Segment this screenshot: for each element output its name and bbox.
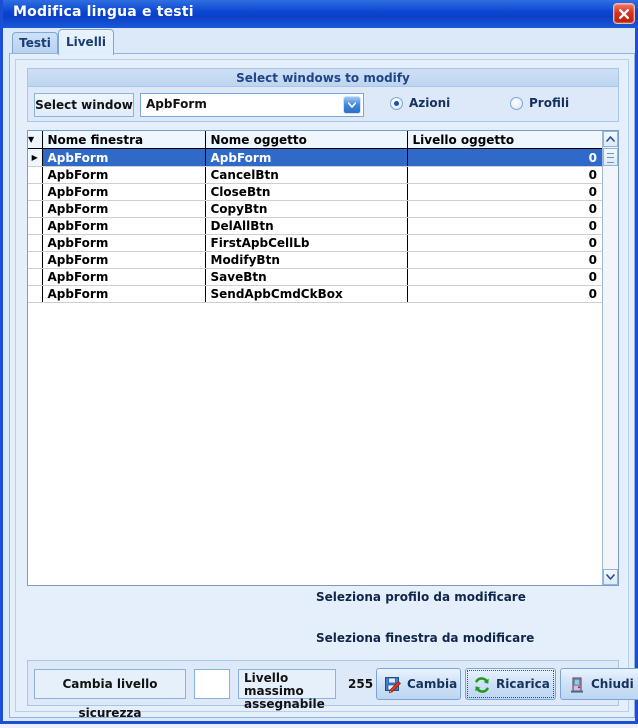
cell-livello-oggetto[interactable]: 0 <box>407 217 602 235</box>
max-level-value: 255 <box>348 677 374 691</box>
cell-nome-finestra[interactable]: ApbForm <box>42 268 206 286</box>
select-window-button-label: Select window <box>35 98 133 112</box>
window-title: Modifica lingua e testi <box>13 4 194 20</box>
cell-nome-finestra[interactable]: ApbForm <box>42 285 206 303</box>
scroll-up-arrow-icon[interactable] <box>603 131 618 147</box>
cell-nome-oggetto[interactable]: ModifyBtn <box>205 251 408 269</box>
content-panel: Select windows to modify Select window A… <box>15 59 638 720</box>
exit-door-icon <box>568 676 586 694</box>
bottom-action-bar: Cambia livello sicurezza Livello massimo… <box>27 660 638 720</box>
objects-grid[interactable]: ▼ Nome finestra Nome oggetto Livello ogg… <box>27 130 619 586</box>
row-marker-cell[interactable] <box>28 166 43 184</box>
max-level-label: Livello massimo assegnabile <box>238 669 336 711</box>
change-security-level-label: Cambia livello sicurezza <box>34 669 186 720</box>
tab-page-livelli: Select windows to modify Select window A… <box>9 53 638 720</box>
cell-livello-oggetto[interactable]: 0 <box>407 200 602 218</box>
current-row-arrow-icon: ▶ <box>31 153 38 162</box>
table-row[interactable]: ApbForm CopyBtn 0 <box>28 200 602 218</box>
row-marker-cell[interactable] <box>28 268 43 286</box>
cell-nome-finestra[interactable]: ApbForm <box>42 251 206 269</box>
tab-testi[interactable]: Testi <box>12 32 58 54</box>
cell-livello-oggetto[interactable]: 0 <box>407 251 602 269</box>
cell-nome-oggetto[interactable]: SaveBtn <box>205 268 408 286</box>
window-combo-box[interactable]: ApbForm <box>140 93 364 117</box>
cell-nome-oggetto[interactable]: CancelBtn <box>205 166 408 184</box>
cell-livello-oggetto[interactable]: 0 <box>407 285 602 303</box>
hint-seleziona-finestra: Seleziona finestra da modificare <box>316 631 535 645</box>
column-header-nome-oggetto[interactable]: Nome oggetto <box>205 131 408 149</box>
level-input[interactable] <box>194 669 230 699</box>
table-row[interactable]: ApbForm FirstApbCellLb 0 <box>28 234 602 252</box>
table-row[interactable]: ▶ ApbForm ApbForm 0 <box>28 148 602 167</box>
select-window-button[interactable]: Select window <box>34 93 134 117</box>
table-body: ▶ ApbForm ApbForm 0 ApbForm CancelBtn 0 ApbForm… <box>28 148 602 303</box>
row-marker-cell[interactable] <box>28 285 43 303</box>
ricarica-button-label: Ricarica <box>496 677 550 691</box>
grid-scrollbar[interactable] <box>602 131 618 585</box>
hint-seleziona-profilo: Seleziona profilo da modificare <box>316 590 526 604</box>
save-edit-icon <box>384 676 402 694</box>
column-header-livello-oggetto[interactable]: Livello oggetto <box>407 131 602 149</box>
table-row[interactable]: ApbForm SendApbCmdCkBox 0 <box>28 285 602 303</box>
tab-livelli[interactable]: Livelli <box>58 29 114 55</box>
dialog-window: Modifica lingua e testi Testi Livelli Se… <box>0 0 638 724</box>
cell-nome-oggetto[interactable]: CloseBtn <box>205 183 408 201</box>
tab-testi-label: Testi <box>19 36 51 50</box>
objects-table: ▼ Nome finestra Nome oggetto Livello ogg… <box>28 131 602 303</box>
cell-nome-oggetto[interactable]: ApbForm <box>205 148 408 167</box>
cell-livello-oggetto[interactable]: 0 <box>407 268 602 286</box>
radio-profili-label: Profili <box>529 96 570 110</box>
close-icon[interactable] <box>613 3 635 24</box>
scrollbar-grip <box>607 153 614 163</box>
cell-nome-oggetto[interactable]: CopyBtn <box>205 200 408 218</box>
table-row[interactable]: ApbForm CancelBtn 0 <box>28 166 602 184</box>
cell-nome-oggetto[interactable]: SendApbCmdCkBox <box>205 285 408 303</box>
scrollbar-thumb[interactable] <box>603 148 618 166</box>
cell-nome-finestra[interactable]: ApbForm <box>42 166 206 184</box>
cell-nome-finestra[interactable]: ApbForm <box>42 217 206 235</box>
ricarica-button[interactable]: Ricarica <box>465 668 556 700</box>
row-marker-cell[interactable] <box>28 251 43 269</box>
radio-azioni-label: Azioni <box>409 96 451 110</box>
row-marker-cell[interactable] <box>28 217 43 235</box>
filter-triangle-icon: ▼ <box>28 135 35 144</box>
chiudi-button-label: Chiudi <box>591 677 634 691</box>
cell-nome-finestra[interactable]: ApbForm <box>42 183 206 201</box>
tab-livelli-label: Livelli <box>65 35 107 49</box>
row-marker-cell[interactable] <box>28 234 43 252</box>
cell-nome-oggetto[interactable]: DelAllBtn <box>205 217 408 235</box>
cambia-button[interactable]: Cambia <box>376 668 461 700</box>
table-header-row: ▼ Nome finestra Nome oggetto Livello ogg… <box>28 131 602 149</box>
title-bar[interactable]: Modifica lingua e testi <box>3 0 638 28</box>
table-row[interactable]: ApbForm DelAllBtn 0 <box>28 217 602 235</box>
table-row[interactable]: ApbForm ModifyBtn 0 <box>28 251 602 269</box>
column-header-nome-finestra[interactable]: Nome finestra <box>42 131 206 149</box>
row-marker-cell[interactable] <box>28 200 43 218</box>
window-combo-value: ApbForm <box>146 97 207 111</box>
select-windows-group: Select windows to modify Select window A… <box>27 68 619 122</box>
row-marker-header[interactable]: ▼ <box>28 131 43 149</box>
cell-livello-oggetto[interactable]: 0 <box>407 234 602 252</box>
select-windows-header: Select windows to modify <box>28 69 618 87</box>
chiudi-button[interactable]: Chiudi <box>560 668 638 700</box>
refresh-icon <box>473 676 491 694</box>
row-marker-cell[interactable] <box>28 183 43 201</box>
cell-nome-finestra[interactable]: ApbForm <box>42 200 206 218</box>
cell-livello-oggetto[interactable]: 0 <box>407 183 602 201</box>
tab-strip: Testi Livelli <box>6 28 638 55</box>
cell-nome-finestra[interactable]: ApbForm <box>42 234 206 252</box>
cell-livello-oggetto[interactable]: 0 <box>407 148 602 167</box>
cell-nome-oggetto[interactable]: FirstApbCellLb <box>205 234 408 252</box>
table-row[interactable]: ApbForm CloseBtn 0 <box>28 183 602 201</box>
cambia-button-label: Cambia <box>407 677 458 691</box>
chevron-down-icon[interactable] <box>343 96 361 114</box>
radio-profili-dot[interactable] <box>510 97 523 110</box>
table-row[interactable]: ApbForm SaveBtn 0 <box>28 268 602 286</box>
cell-livello-oggetto[interactable]: 0 <box>407 166 602 184</box>
radio-azioni-dot[interactable] <box>390 97 403 110</box>
scroll-down-arrow-icon[interactable] <box>603 569 618 585</box>
cell-nome-finestra[interactable]: ApbForm <box>42 148 206 167</box>
row-marker-cell[interactable]: ▶ <box>28 148 43 167</box>
